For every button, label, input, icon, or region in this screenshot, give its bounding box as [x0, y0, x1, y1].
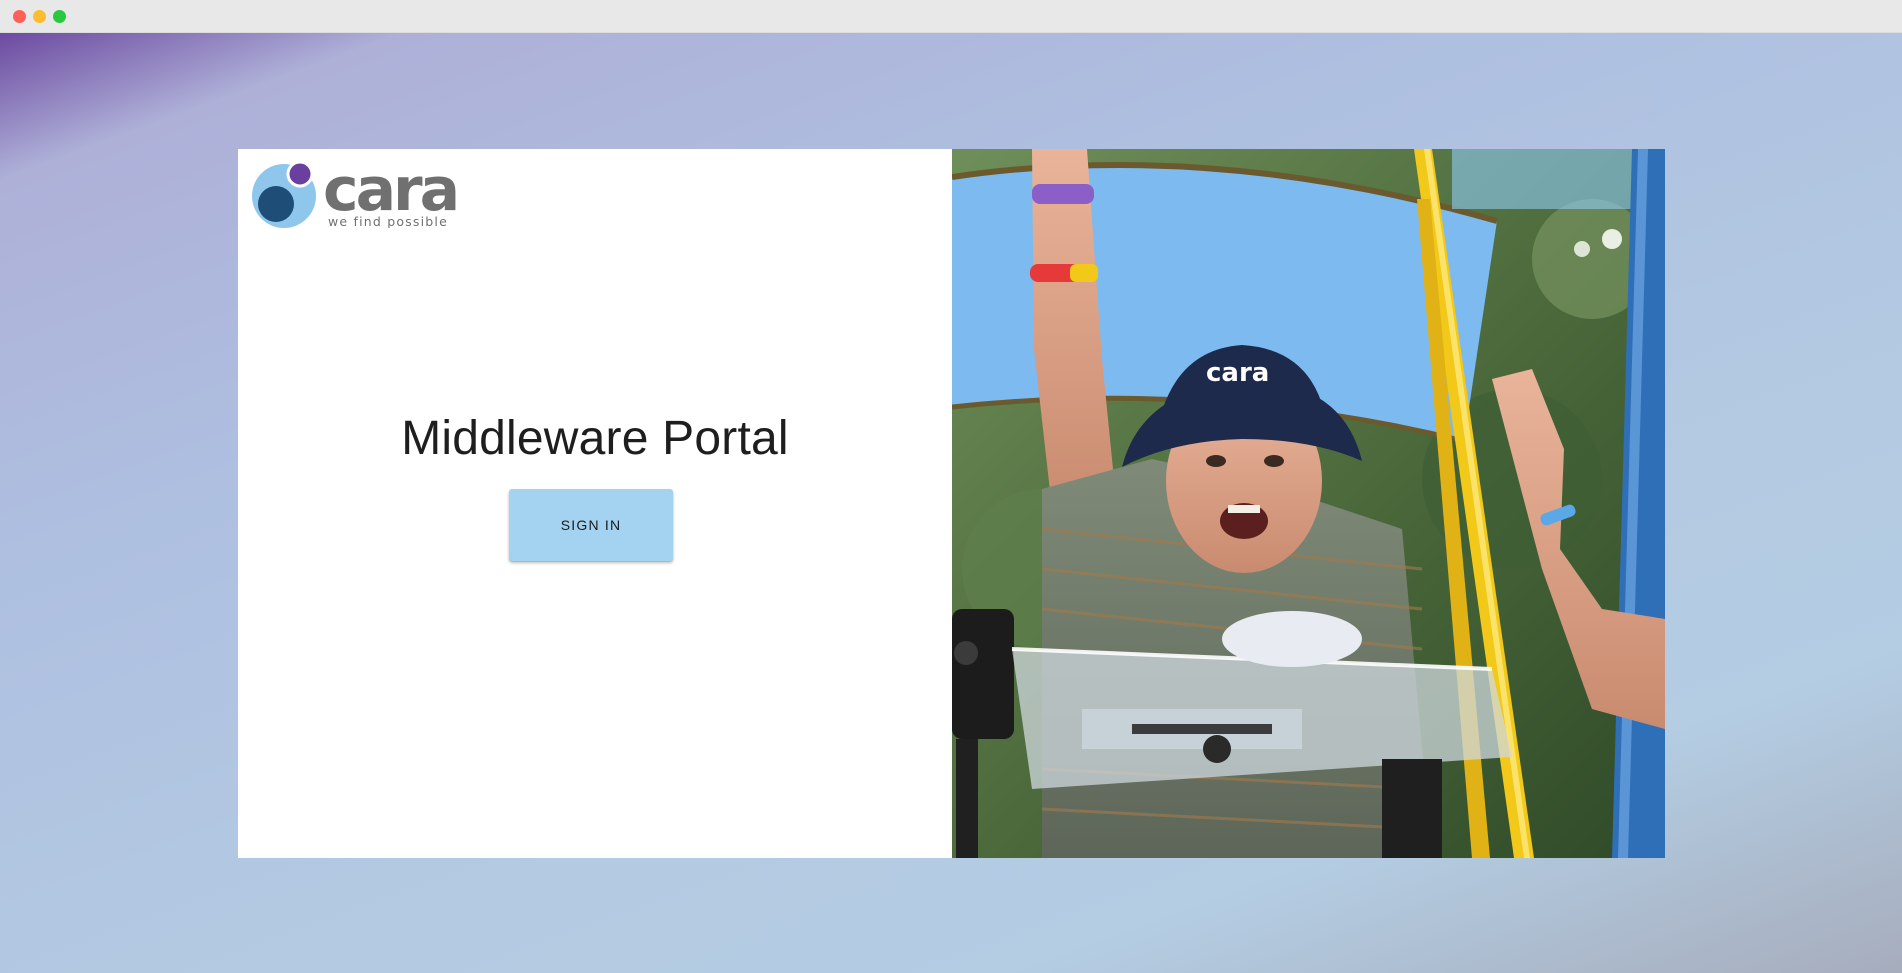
logo-tagline: we find possible	[328, 214, 448, 228]
login-card: cara we find possible Middleware Portal …	[238, 149, 1665, 858]
hat-logo-text: cara	[1206, 358, 1269, 388]
page-title: Middleware Portal	[401, 412, 789, 465]
page-background: cara we find possible Middleware Portal …	[0, 33, 1902, 973]
maximize-window-icon[interactable]	[53, 10, 66, 23]
cara-circles-logo-icon	[252, 160, 316, 228]
close-window-icon[interactable]	[13, 10, 26, 23]
sign-in-button[interactable]: SIGN IN	[509, 489, 673, 561]
hero-photo-illustration: cara	[952, 149, 1665, 858]
minimize-window-icon[interactable]	[33, 10, 46, 23]
hero-photo: cara	[952, 149, 1665, 858]
browser-titlebar	[0, 0, 1902, 33]
cara-logo: cara we find possible	[252, 156, 460, 228]
login-panel: cara we find possible Middleware Portal …	[238, 149, 952, 858]
